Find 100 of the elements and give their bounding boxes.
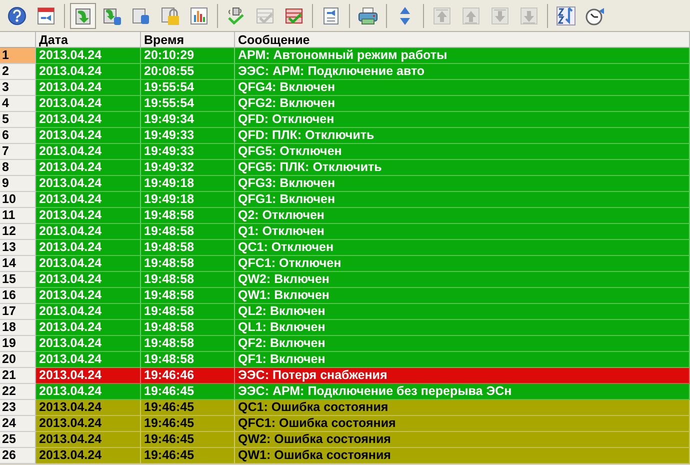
row-number: 18 [0,320,36,336]
lock-icon [160,6,180,26]
column-header[interactable]: Дата [36,32,141,48]
table-cell: QFG1: Включен [235,192,690,208]
row-number: 24 [0,416,36,432]
table-cell: 19:48:58 [141,256,235,272]
signal-check-icon [226,6,246,26]
table-cell: 19:49:34 [141,112,235,128]
table-cell: 19:46:45 [141,432,235,448]
row-number: 10 [0,192,36,208]
column-header[interactable]: Сообщение [235,32,690,48]
row-number: 7 [0,144,36,160]
table-cell: 20:08:55 [141,64,235,80]
table-cell: 19:55:54 [141,96,235,112]
table-cell: QW2: Ошибка состояния [235,432,690,448]
table-cell: 19:48:58 [141,208,235,224]
table-cell: 19:48:58 [141,336,235,352]
table-cell: QFG5: Отключен [235,144,690,160]
table-cell: 2013.04.24 [36,144,141,160]
table-cell: 19:49:18 [141,192,235,208]
table-cell: 2013.04.24 [36,48,141,64]
table-cell: 2013.04.24 [36,448,141,464]
table-cell: 19:46:46 [141,368,235,384]
table-cell: 2013.04.24 [36,368,141,384]
arrow-up-top-icon [432,6,452,26]
bar-chart-icon [189,6,209,26]
clock-icon [585,6,605,26]
table-cell: 19:49:33 [141,128,235,144]
table-cell: QFG3: Включен [235,176,690,192]
table-cell: QC1: Ошибка состояния [235,400,690,416]
table-cell: 19:46:45 [141,400,235,416]
table-cell: 19:46:45 [141,384,235,400]
table-cell: QF1: Включен [235,352,690,368]
arrow-up-icon [461,6,481,26]
help-icon [7,6,27,26]
table-cell: Q1: Отключен [235,224,690,240]
row-number: 5 [0,112,36,128]
table-cell: 19:48:58 [141,224,235,240]
row-number: 3 [0,80,36,96]
table-cell: 19:48:58 [141,288,235,304]
table-cell: QW1: Включен [235,288,690,304]
table-cell: QC1: Отключен [235,240,690,256]
table-cell: 2013.04.24 [36,384,141,400]
table-cell: 2013.04.24 [36,320,141,336]
table-cell: QL1: Включен [235,320,690,336]
row-number: 22 [0,384,36,400]
table-cell: QFD: ПЛК: Отключить [235,128,690,144]
table-cell: 2013.04.24 [36,272,141,288]
table-cell: 2013.04.24 [36,128,141,144]
row-number: 11 [0,208,36,224]
table-cell: 2013.04.24 [36,80,141,96]
table-cell: QFG2: Включен [235,96,690,112]
table-cell: 19:46:45 [141,416,235,432]
table-cell: АРМ: Автономный режим работы [235,48,690,64]
column-header[interactable]: Время [141,32,235,48]
table-cell: 2013.04.24 [36,256,141,272]
sort-az-icon [556,6,576,26]
calendar-icon [36,6,56,26]
table-cell: 2013.04.24 [36,336,141,352]
table-cell: 2013.04.24 [36,192,141,208]
table-cell: 2013.04.24 [36,288,141,304]
table-cell: 2013.04.24 [36,304,141,320]
table-cell: ЭЭС: Потеря снабжения [235,368,690,384]
table-cell: 19:46:45 [141,448,235,464]
table-cell: 19:48:58 [141,352,235,368]
arrow-down-icon [490,6,510,26]
table-cell: 19:49:18 [141,176,235,192]
row-number: 1 [0,48,36,64]
table-cell: 2013.04.24 [36,160,141,176]
row-number: 8 [0,160,36,176]
table-cell: QF2: Включен [235,336,690,352]
arrow-down-bottom-icon [519,6,539,26]
row-number: 23 [0,400,36,416]
row-number: 25 [0,432,36,448]
table-cell: 2013.04.24 [36,112,141,128]
table-cell: 2013.04.24 [36,400,141,416]
table-check-icon [284,6,304,26]
row-number: 21 [0,368,36,384]
row-number: 17 [0,304,36,320]
table-cell: 2013.04.24 [36,208,141,224]
row-number: 14 [0,256,36,272]
table-cell: 2013.04.24 [36,64,141,80]
table-cell: QFC1: Отключен [235,256,690,272]
table-cell: QFC1: Ошибка состояния [235,416,690,432]
table-cell: QW2: Включен [235,272,690,288]
row-number: 15 [0,272,36,288]
printer-icon [358,6,378,26]
toolbar-button[interactable] [70,2,96,28]
table-cell: 2013.04.24 [36,432,141,448]
table-cell: 2013.04.24 [36,416,141,432]
table-cell: 19:48:58 [141,272,235,288]
table-cell: QFD: Отключен [235,112,690,128]
checklist-icon [255,6,275,26]
row-number: 12 [0,224,36,240]
table-cell: 19:49:32 [141,160,235,176]
row-number: 13 [0,240,36,256]
table-cell: 2013.04.24 [36,96,141,112]
table-cell: 19:48:58 [141,320,235,336]
table-cell: ЭЭС: АРМ: Подключение без перерыва ЭСн [235,384,690,400]
table-cell: QW1: Ошибка состояния [235,448,690,464]
